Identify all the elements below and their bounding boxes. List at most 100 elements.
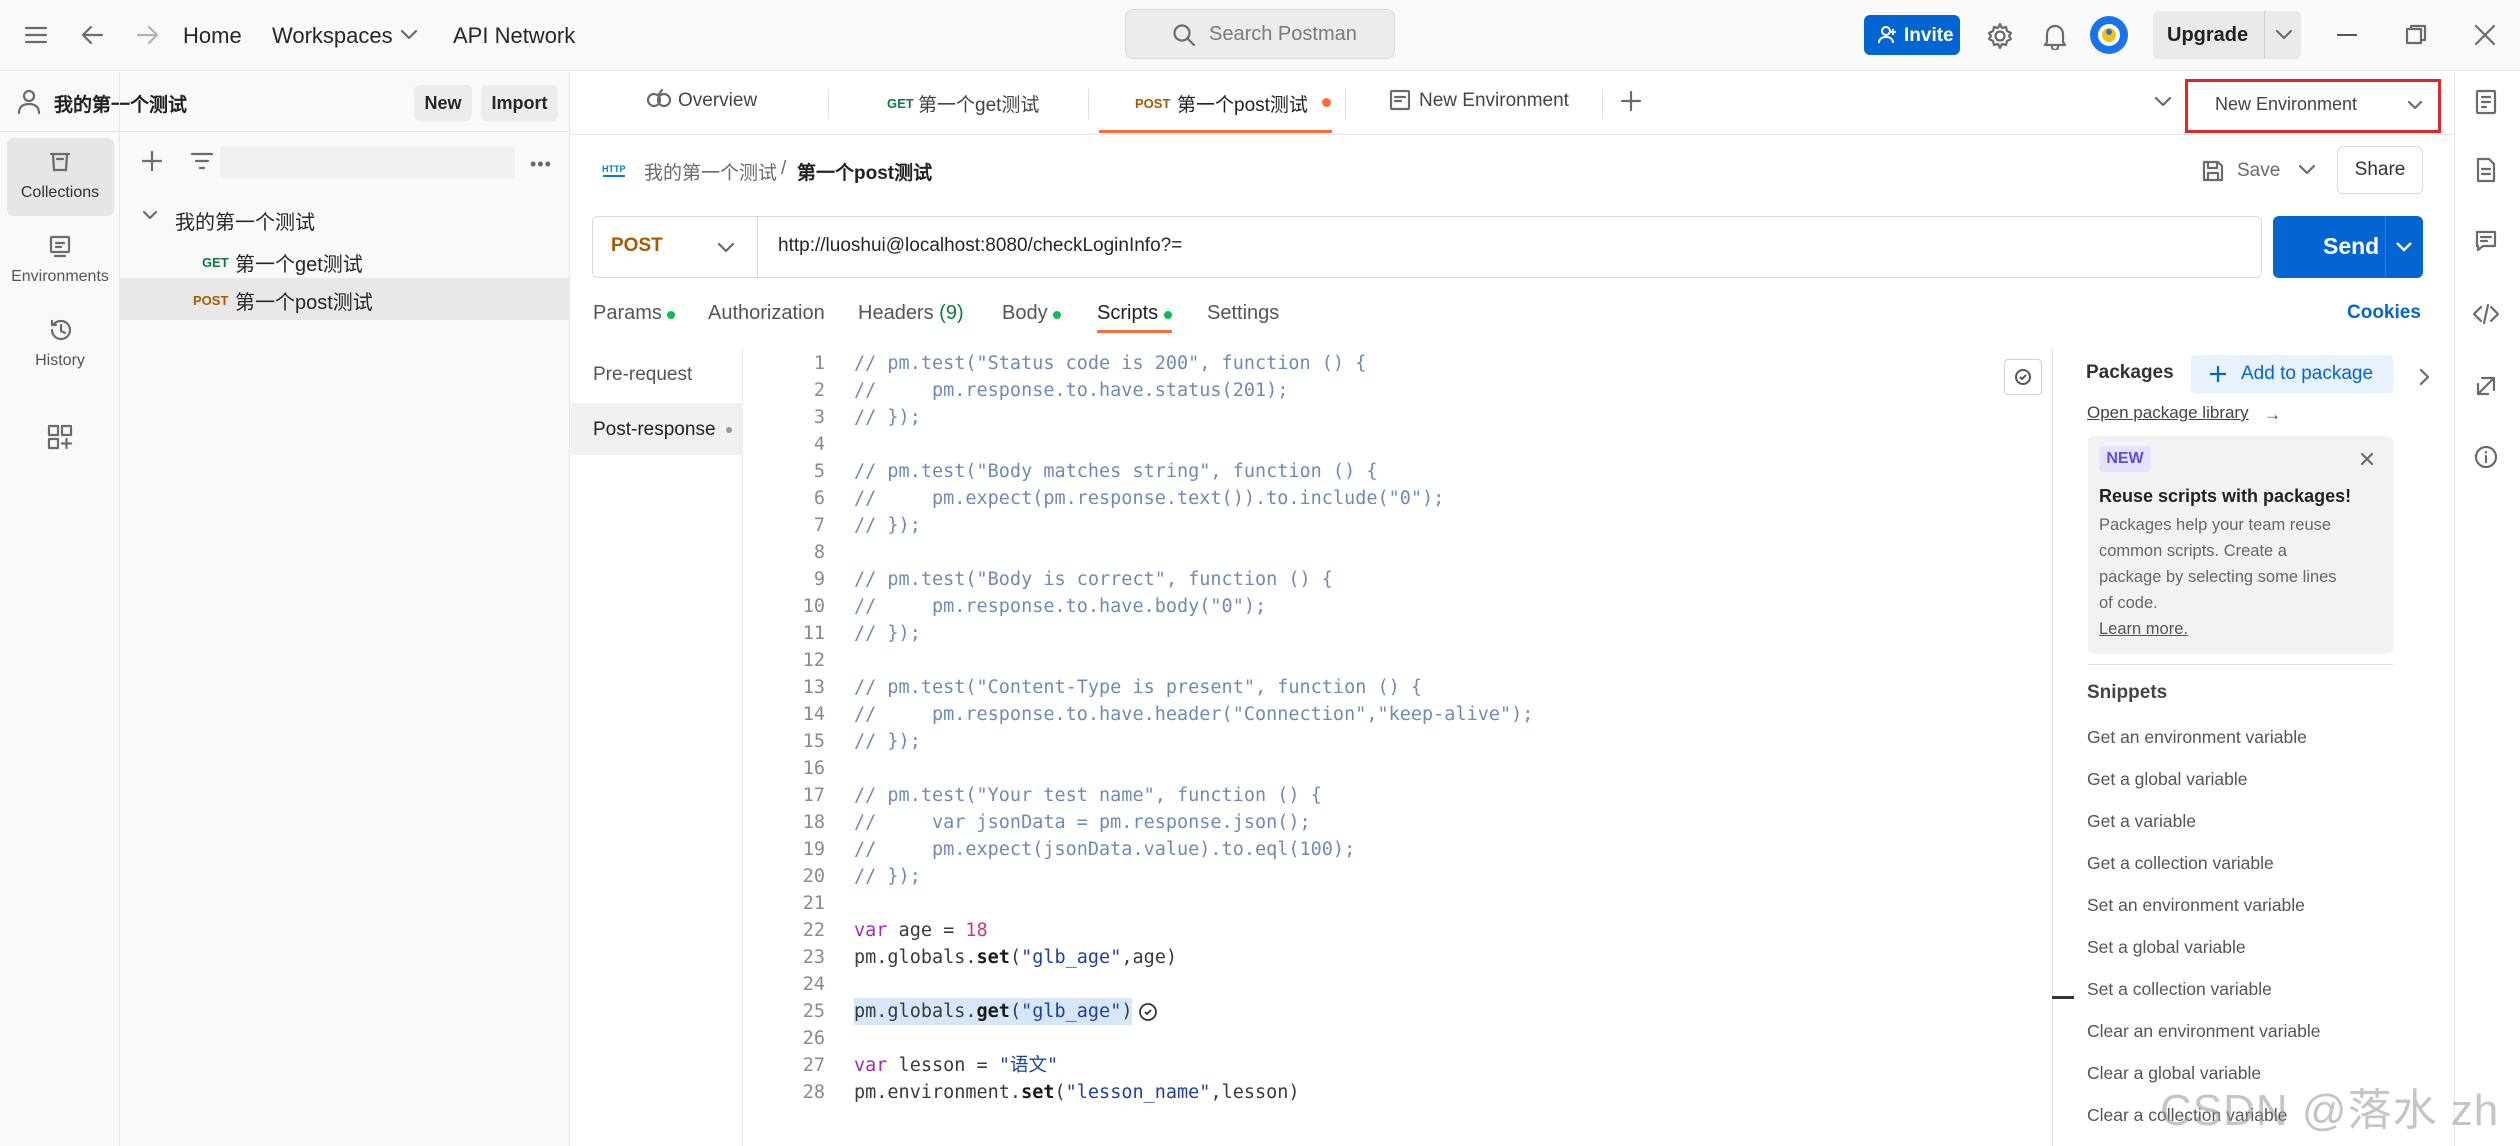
maximize-icon[interactable] [2405,24,2427,46]
code-line[interactable]: // pm.response.to.have.status(201); [854,377,1288,404]
collection-search-input[interactable] [220,146,515,178]
tab-scripts[interactable]: Scripts [1097,302,1172,325]
code-line[interactable]: // var jsonData = pm.response.json(); [854,809,1311,836]
code-token: ,age) [1121,947,1178,968]
add-tab-icon[interactable] [1620,90,1642,112]
code-line[interactable]: pm.globals.set("glb_age",age) [854,944,1177,971]
add-to-package-button[interactable]: Add to package [2191,355,2393,393]
method-select[interactable]: POST [593,217,758,277]
chevron-down-icon[interactable] [2275,29,2293,41]
code-line[interactable]: // }); [854,512,921,539]
snippet-item[interactable]: Get a global variable [2087,769,2248,790]
ai-assist-button[interactable] [2004,359,2042,395]
list-item-selected[interactable]: POST 第一个post测试 [120,278,570,320]
configure-workbench-icon[interactable] [47,424,73,450]
snippet-item[interactable]: Clear an environment variable [2087,1021,2320,1042]
search-input[interactable]: Search Postman [1125,9,1395,59]
home-link[interactable]: Home [183,23,242,49]
pre-request-tab[interactable]: Pre-request [593,364,692,386]
tab-overview[interactable]: Overview [678,90,757,112]
code-line[interactable]: // pm.expect(pm.response.text()).to.incl… [854,485,1444,512]
chevron-down-icon[interactable] [2154,96,2172,108]
tab-post-request[interactable]: 第一个post测试 [1177,90,1308,117]
code-line[interactable]: // pm.test("Body is correct", function (… [854,566,1333,593]
tab-new-environment[interactable]: New Environment [1419,90,1569,112]
send-button[interactable]: Send [2273,216,2423,278]
related-collections-icon[interactable] [2474,374,2498,398]
code-line[interactable]: // pm.test("Content-Type is present", fu… [854,674,1422,701]
sidebar-item-collections[interactable]: Collections [7,138,114,216]
chevron-down-icon[interactable] [2395,241,2413,253]
tab-body[interactable]: Body [1002,302,1062,325]
api-network-link[interactable]: API Network [453,23,575,49]
code-line[interactable]: // }); [854,863,921,890]
share-button[interactable]: Share [2337,146,2423,194]
tab-get-request[interactable]: 第一个get测试 [918,90,1039,117]
forward-arrow-icon[interactable] [134,23,160,47]
minimize-icon[interactable] [2337,34,2357,36]
snippet-item[interactable]: Get a variable [2087,811,2196,832]
list-item[interactable]: GET 第一个get测试 [120,240,570,280]
add-collection-icon[interactable] [141,150,163,172]
bell-icon[interactable] [2042,22,2068,50]
tab-settings[interactable]: Settings [1207,302,1279,325]
more-options-icon[interactable]: ••• [530,154,552,175]
code-line[interactable]: // pm.response.to.have.body("0"); [854,593,1266,620]
info-icon[interactable] [2474,445,2498,469]
code-icon[interactable] [2472,302,2500,326]
snippet-item[interactable]: Set an environment variable [2087,895,2305,916]
snippet-item[interactable]: Set a global variable [2087,937,2246,958]
close-icon[interactable] [2360,452,2374,466]
close-window-icon[interactable] [2474,24,2496,46]
post-response-tab[interactable]: Post-response [571,403,743,455]
workspaces-menu[interactable]: Workspaces [272,23,393,49]
code-line[interactable]: pm.environment.set("lesson_name",lesson) [854,1079,1300,1106]
code-line[interactable]: // }); [854,404,921,431]
resize-handle[interactable] [2052,996,2074,999]
learn-more-link[interactable]: Learn more. [2099,620,2188,639]
api-documentation-icon[interactable] [2474,89,2498,115]
line-number: 19 [802,839,825,860]
save-button[interactable]: Save [2197,155,2289,187]
import-button[interactable]: Import [481,85,558,121]
upgrade-button[interactable]: Upgrade [2153,11,2301,59]
new-button[interactable]: New [414,85,472,121]
code-line[interactable]: // }); [854,728,921,755]
snippet-item[interactable]: Get an environment variable [2087,727,2307,748]
sidebar-item-history[interactable]: History [7,312,114,382]
breadcrumb-parent[interactable]: 我的第一个测试 [644,158,777,185]
sidebar-item-environments[interactable]: Environments [7,228,114,298]
chevron-down-icon[interactable] [400,29,418,41]
url-input[interactable]: http://luoshui@localhost:8080/checkLogin… [778,235,1182,257]
invite-button[interactable]: Invite [1864,15,1960,55]
code-line[interactable]: var age = 18 [854,917,988,944]
avatar[interactable] [2090,16,2128,54]
filter-icon[interactable] [190,152,214,170]
collection-row[interactable]: 我的第一个测试 [120,198,570,238]
code-line[interactable]: // pm.test("Status code is 200", functio… [854,350,1366,377]
code-line[interactable]: pm.globals.get("glb_age") [854,998,1133,1025]
menu-icon[interactable] [24,25,48,45]
settings-gear-icon[interactable] [1986,22,2014,50]
breadcrumb-current[interactable]: 第一个post测试 [797,158,932,185]
tab-authorization[interactable]: Authorization [708,302,825,325]
code-line[interactable]: // pm.response.to.have.header("Connectio… [854,701,1533,728]
snippet-item[interactable]: Set a collection variable [2087,979,2272,1000]
code-line[interactable]: // }); [854,620,921,647]
cookies-link[interactable]: Cookies [2347,302,2421,324]
code-line[interactable]: var lesson = "语文" [854,1052,1058,1079]
tab-params[interactable]: Params [593,302,676,325]
docs-icon[interactable] [2474,157,2498,183]
rail-label: Collections [20,184,100,201]
tab-headers[interactable]: Headers (9) [858,302,964,325]
chevron-down-icon[interactable] [2298,164,2316,176]
code-line[interactable]: // pm.test("Your test name", function ()… [854,782,1322,809]
chevron-right-icon[interactable] [2418,368,2430,386]
code-line[interactable]: // pm.expect(jsonData.value).to.eql(100)… [854,836,1355,863]
comments-icon[interactable] [2474,229,2498,253]
back-arrow-icon[interactable] [80,23,106,47]
inline-ai-icon[interactable] [1135,999,1161,1025]
code-line[interactable]: // pm.test("Body matches string", functi… [854,458,1377,485]
snippet-item[interactable]: Get a collection variable [2087,853,2274,874]
open-package-library-link[interactable]: Open package library [2087,403,2249,423]
